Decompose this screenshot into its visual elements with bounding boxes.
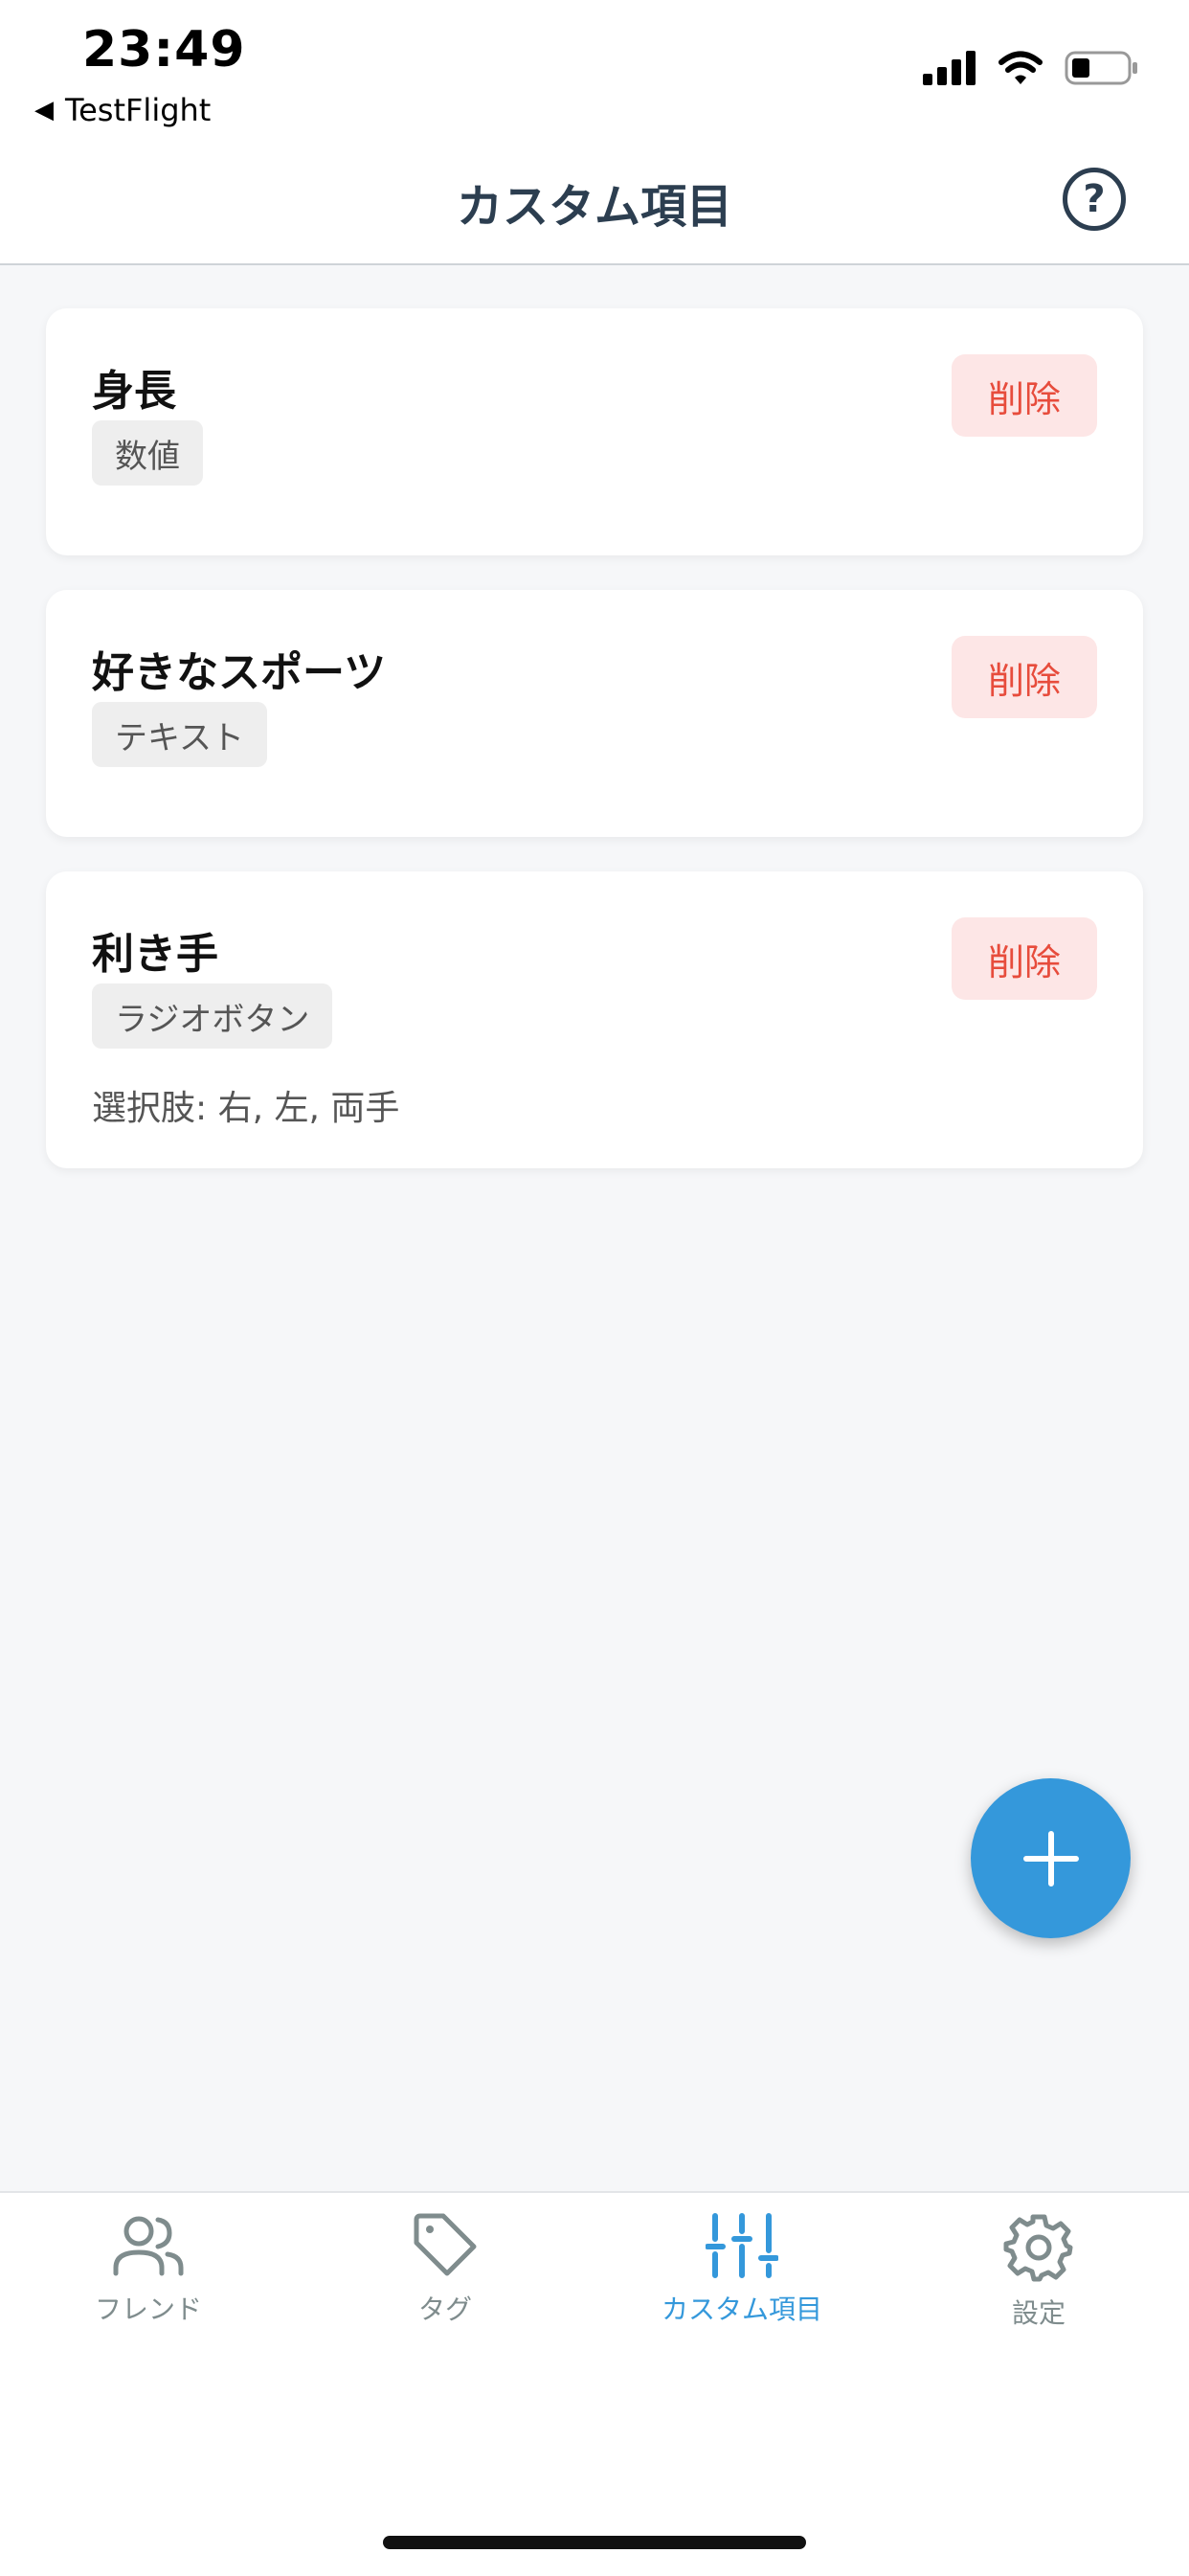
back-to-app-link[interactable]: ◀ TestFlight [34,92,211,128]
field-type-badge: ラジオボタン [92,983,333,1049]
field-type-badge: 数値 [92,420,203,486]
tab-bar: フレンド タグ カスタム項目 設定 [0,2191,1189,2576]
custom-field-card: 利き手 ラジオボタン 選択肢: 右, 左, 両手 削除 [46,871,1143,1168]
tag-icon [414,2213,477,2276]
users-icon [113,2216,184,2276]
field-type-badge: テキスト [92,702,267,767]
tab-tags[interactable]: タグ [297,2212,594,2327]
field-options: 選択肢: 右, 左, 両手 [92,1089,400,1128]
tab-friends[interactable]: フレンド [0,2212,297,2327]
delete-button[interactable]: 削除 [952,636,1097,718]
tab-label: タグ [417,2294,472,2325]
delete-button[interactable]: 削除 [952,354,1097,437]
help-button[interactable]: ? [1063,168,1126,231]
field-name: 利き手 [92,930,218,979]
battery-icon [1065,51,1137,85]
back-app-label: TestFlight [65,92,212,128]
tab-custom-fields[interactable]: カスタム項目 [594,2212,890,2327]
gear-icon [1003,2214,1073,2282]
tab-label: 設定 [1011,2297,1066,2329]
signal-icon [923,51,976,85]
tab-label: カスタム項目 [661,2294,822,2325]
plus-icon [1022,1830,1079,1887]
field-name: 好きなスポーツ [92,648,387,697]
back-arrow-icon: ◀ [34,96,54,124]
sliders-icon [706,2213,778,2278]
home-indicator [383,2536,806,2549]
custom-field-card: 好きなスポーツ テキスト 削除 [46,590,1143,837]
delete-button[interactable]: 削除 [952,917,1097,1000]
add-custom-field-button[interactable] [971,1778,1131,1938]
status-time: 23:49 [82,21,246,79]
top-bar: 23:49 ◀ TestFlight カスタム項目 ? [0,0,1189,265]
wifi-icon [998,51,1043,84]
status-icons [923,50,1139,86]
question-circle-icon: ? [1083,177,1106,221]
tab-settings[interactable]: 設定 [890,2212,1187,2331]
custom-field-card: 身長 数値 削除 [46,308,1143,555]
tab-label: フレンド [94,2294,202,2325]
field-name: 身長 [92,367,176,416]
page-title: カスタム項目 [456,180,732,234]
